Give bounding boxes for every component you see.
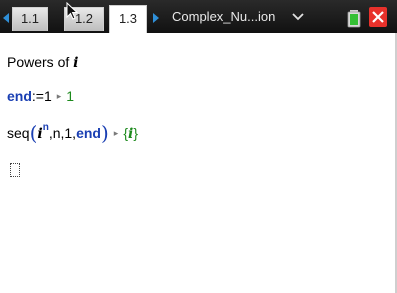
tab-1-3-label: 1.3 bbox=[118, 11, 138, 26]
entry-input-box[interactable] bbox=[10, 163, 20, 177]
heading-variable: i bbox=[73, 55, 79, 71]
seq-result-close: } bbox=[133, 125, 139, 141]
battery-icon bbox=[347, 10, 361, 28]
result-arrow-icon: ▸ bbox=[56, 91, 62, 101]
seq-end-keyword: end bbox=[76, 125, 101, 141]
seq-function: seq bbox=[7, 125, 30, 141]
seq-close-paren: ) bbox=[100, 121, 109, 145]
end-result: 1 bbox=[66, 88, 75, 104]
close-icon[interactable] bbox=[369, 7, 387, 27]
seq-args: ,n,1, bbox=[48, 125, 77, 141]
document-title[interactable]: Complex_Nu...ion bbox=[172, 9, 275, 24]
end-assign: :=1 bbox=[31, 88, 52, 104]
tab-1-1[interactable]: 1.1 bbox=[12, 7, 48, 31]
result-arrow-icon: ▸ bbox=[113, 128, 119, 138]
tab-scroll-left-icon[interactable] bbox=[3, 13, 9, 23]
tab-scroll-right-icon[interactable] bbox=[153, 13, 159, 23]
document-toolbar: 1.1 1.2 1.3 Complex_Nu...ion bbox=[0, 0, 397, 33]
end-keyword: end bbox=[7, 88, 32, 104]
heading-text: Powers of i bbox=[7, 54, 78, 71]
tab-1-1-label: 1.1 bbox=[20, 11, 40, 26]
end-assignment-entry[interactable]: end:=1 ▸ 1 bbox=[7, 88, 74, 104]
calculator-page[interactable]: Powers of i end:=1 ▸ 1 seq(in,n,1,end) ▸ {i} bbox=[0, 33, 397, 293]
heading-label: Powers of bbox=[7, 54, 74, 70]
chevron-down-icon[interactable] bbox=[292, 13, 304, 21]
mouse-cursor-icon bbox=[66, 2, 78, 20]
tab-1-3[interactable]: 1.3 bbox=[109, 5, 147, 33]
seq-entry[interactable]: seq(in,n,1,end) ▸ {i} bbox=[7, 121, 138, 145]
